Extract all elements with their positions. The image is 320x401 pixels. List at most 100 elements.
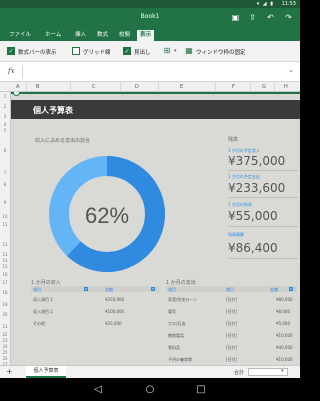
expense-row-due[interactable]: [日付] xyxy=(226,321,237,327)
row-header[interactable]: 9 xyxy=(0,200,10,205)
tab-file[interactable]: ファイル xyxy=(6,30,34,41)
expense-row-amount[interactable]: ¥10,000 xyxy=(276,333,293,338)
column-header[interactable]: E xyxy=(180,84,183,90)
expense-row-item[interactable]: 家賃/住宅ローン xyxy=(168,297,197,303)
income-row-item[interactable]: その他 xyxy=(33,321,45,327)
add-sheet-icon[interactable]: + xyxy=(6,368,13,376)
share-icon[interactable]: ⇪ xyxy=(247,12,258,23)
income-row-item[interactable]: 収入項目 2 xyxy=(33,309,53,315)
column-header[interactable]: B xyxy=(36,84,39,90)
row-header[interactable]: 10 xyxy=(0,214,10,219)
row-header[interactable]: 16 xyxy=(0,272,10,277)
expense-row-item[interactable]: 子供の養育費 xyxy=(168,357,192,363)
save-icon[interactable]: ▣ xyxy=(230,12,241,23)
income-row-amount[interactable]: ¥250,000 xyxy=(105,297,124,302)
row-header[interactable]: 21 xyxy=(0,324,10,329)
summary-value-estimate: ¥86,400 xyxy=(228,241,278,255)
column-header[interactable]: H xyxy=(284,84,288,90)
freeze-panes-icon[interactable]: ▦ xyxy=(184,46,194,56)
expense-row-due[interactable]: [日付] xyxy=(226,333,237,339)
column-divider xyxy=(215,82,216,92)
column-header[interactable]: A xyxy=(16,84,19,90)
row-header[interactable]: 17 xyxy=(0,280,10,285)
sum-label: 合計 xyxy=(234,370,245,376)
row-header[interactable]: 11 xyxy=(0,222,10,227)
row-header[interactable]: 19 xyxy=(0,302,10,307)
row-header[interactable]: 13 xyxy=(0,252,10,257)
tab-formulas[interactable]: 数式 xyxy=(94,30,111,41)
tab-home[interactable]: ホーム xyxy=(42,30,64,41)
row-header[interactable]: 14 xyxy=(0,258,10,263)
filter-icon[interactable]: ▾ xyxy=(84,287,88,291)
expense-row-amount[interactable]: ¥10,000 xyxy=(276,357,293,362)
tab-view[interactable]: 表示 xyxy=(137,30,155,41)
expense-row-due[interactable]: [日付] xyxy=(226,297,237,303)
row-header[interactable]: 22 xyxy=(0,332,10,337)
expense-row-due[interactable]: [日付] xyxy=(226,357,237,363)
tab-insert[interactable]: 挿入 xyxy=(72,30,89,41)
filter-icon[interactable]: ▾ xyxy=(289,287,293,291)
donut-caption: 収入に占める支出の割合 xyxy=(35,138,91,144)
column-header[interactable]: D xyxy=(135,84,139,90)
selection-handle[interactable] xyxy=(13,92,20,96)
expense-row-amount[interactable]: ¥5,000 xyxy=(276,321,290,326)
android-status-bar: ▾ ◢ ▮ 11:53 xyxy=(0,0,300,8)
sheet-tab[interactable]: 個人予算表 xyxy=(26,366,66,378)
row-header[interactable]: 2 xyxy=(0,104,10,109)
column-header[interactable]: F xyxy=(232,84,235,90)
expense-row-item[interactable]: 電気 xyxy=(168,309,176,315)
divider xyxy=(228,197,298,198)
income-row-item[interactable]: 収入項目 1 xyxy=(33,297,53,303)
expense-row-amount[interactable]: ¥40,000 xyxy=(276,345,293,350)
row-header[interactable]: 7 xyxy=(0,170,10,175)
row-header[interactable]: 23 xyxy=(0,338,10,343)
redo-icon[interactable]: ↷ xyxy=(283,12,294,23)
row-header[interactable]: 18 xyxy=(0,290,10,295)
freeze-panes-label[interactable]: ウィンドウ枠の固定 xyxy=(196,48,246,56)
filter-icon[interactable]: ▾ xyxy=(151,287,155,291)
expense-row-item[interactable]: ガス/石油 xyxy=(168,321,185,327)
row-header[interactable]: 5 xyxy=(0,128,10,133)
chevron-down-icon[interactable]: ⌄ xyxy=(288,66,294,74)
headings-checkbox[interactable]: ✓ xyxy=(123,47,131,55)
gridlines-checkbox[interactable] xyxy=(72,47,80,55)
summary-value-balance: ¥55,000 xyxy=(228,209,278,223)
income-title: 1 か月の収入 xyxy=(31,280,61,286)
row-header[interactable]: 3 xyxy=(0,114,10,119)
zoom-icon[interactable]: ⊞ xyxy=(162,46,172,56)
row-header[interactable]: 15 xyxy=(0,264,10,269)
expense-row-due[interactable]: [日付] xyxy=(226,309,237,315)
formula-bar-checkbox[interactable]: ✓ xyxy=(7,47,15,55)
row-header[interactable]: 26 xyxy=(0,356,10,361)
column-divider xyxy=(274,82,275,92)
formula-input[interactable] xyxy=(26,65,286,79)
income-row-amount[interactable]: ¥100,000 xyxy=(105,309,124,314)
undo-icon[interactable]: ↶ xyxy=(265,12,276,23)
income-col-item: 項目 xyxy=(33,287,41,292)
worksheet[interactable]: 個人予算表 収入に占める支出の割合 62% 残高 1 か月の予定収入 ¥375,… xyxy=(11,92,300,365)
row-header[interactable]: 6 xyxy=(0,148,10,153)
expense-row-due[interactable]: [日付] xyxy=(226,345,237,351)
expense-row-item[interactable]: 携帯電話 xyxy=(168,333,184,339)
row-header[interactable]: 4 xyxy=(0,122,10,127)
row-header[interactable]: 12 xyxy=(0,242,10,247)
summary-value-expense: ¥233,600 xyxy=(228,181,286,195)
expense-row-item[interactable]: 食料品 xyxy=(168,345,180,351)
home-icon[interactable]: ○ xyxy=(143,383,157,397)
expense-row-amount[interactable]: ¥80,000 xyxy=(276,297,293,302)
back-icon[interactable]: ◁ xyxy=(91,383,105,397)
zoom-chevron-icon[interactable]: ▾ xyxy=(174,48,177,54)
row-header[interactable]: 8 xyxy=(0,182,10,187)
column-header[interactable]: C xyxy=(92,84,96,90)
expense-row-amount[interactable]: ¥8,000 xyxy=(276,309,290,314)
recents-icon[interactable]: □ xyxy=(194,383,208,397)
income-row-amount[interactable]: ¥25,000 xyxy=(105,321,122,326)
row-header[interactable]: 20 xyxy=(0,312,10,317)
chevron-down-icon[interactable]: ▾ xyxy=(281,368,284,374)
sheet-title: 個人予算表 xyxy=(33,106,73,115)
row-header[interactable]: 1 xyxy=(0,94,10,99)
row-header[interactable]: 24 xyxy=(0,344,10,349)
row-header[interactable]: 25 xyxy=(0,350,10,355)
column-header[interactable]: G xyxy=(262,84,266,90)
tab-review[interactable]: 校閲 xyxy=(116,30,133,41)
